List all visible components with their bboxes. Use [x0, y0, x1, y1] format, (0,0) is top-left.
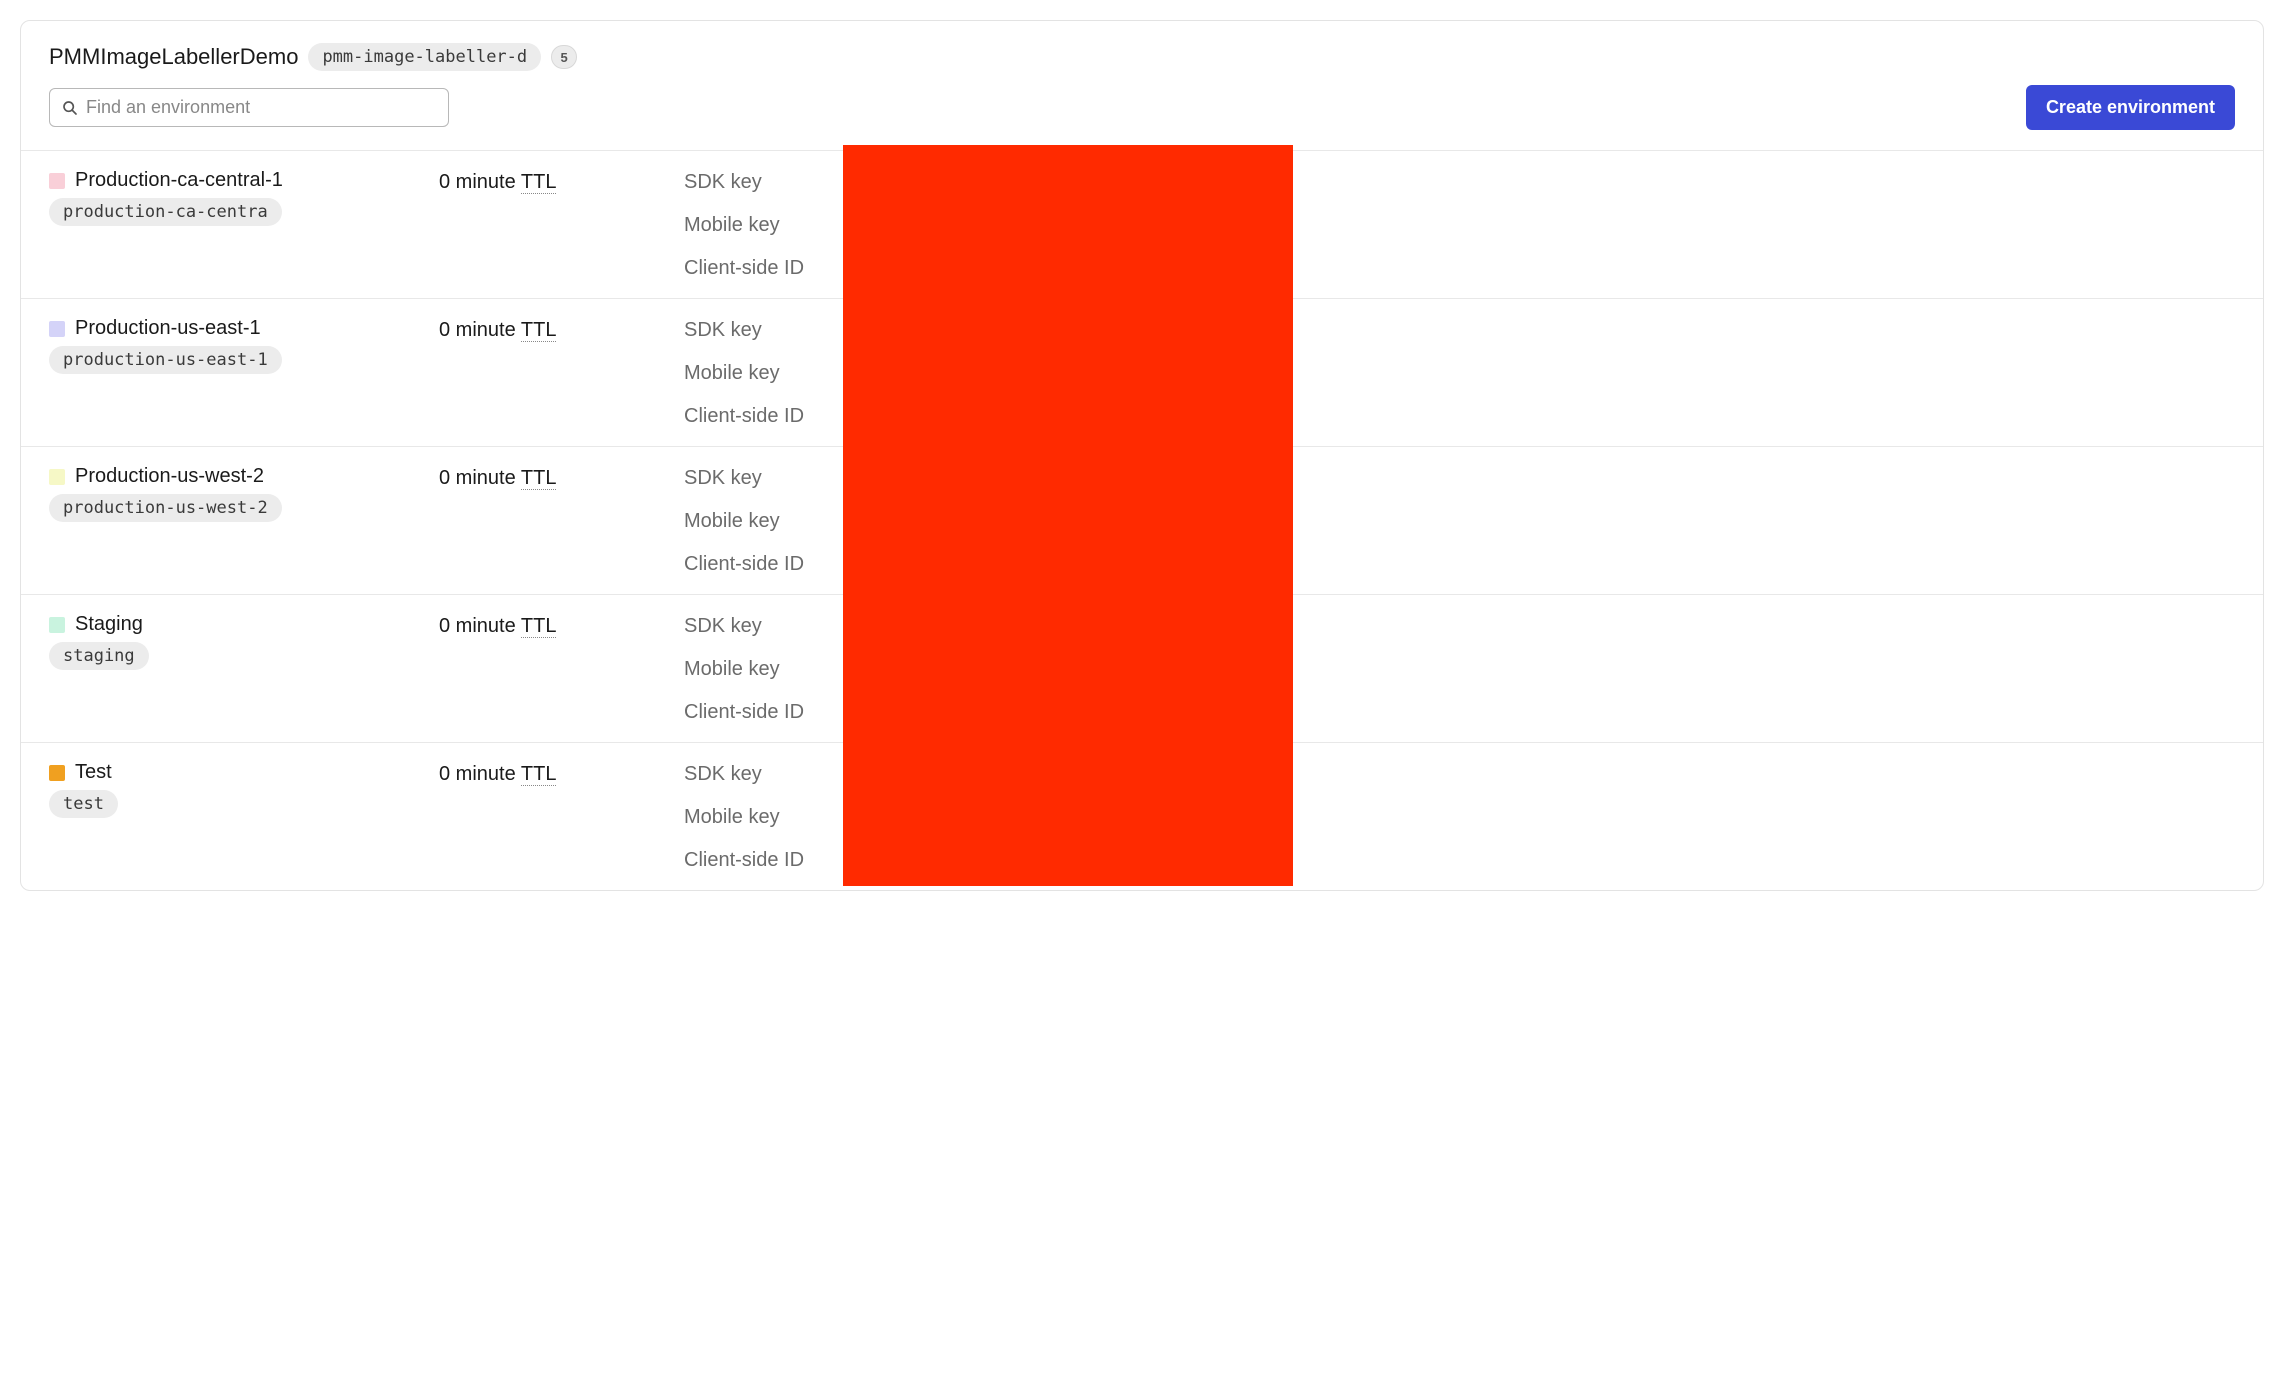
environment-name-line: Production-us-west-2 [49, 465, 264, 488]
mobile-key-label: Mobile key [684, 362, 819, 385]
environment-ttl: 0 minute TTL [439, 761, 684, 872]
mobile-key-label: Mobile key [684, 214, 819, 237]
environment-name-column: Staging staging [49, 613, 439, 724]
environment-name: Staging [75, 613, 143, 636]
environment-name: Production-us-west-2 [75, 465, 264, 488]
client-key-label: Client-side ID [684, 849, 819, 872]
environment-ttl: 0 minute TTL [439, 465, 684, 576]
mobile-key-label: Mobile key [684, 658, 819, 681]
ttl-value: 0 minute [439, 171, 521, 193]
create-environment-button[interactable]: Create environment [2026, 85, 2235, 130]
environment-color-swatch [49, 321, 65, 337]
title-row: PMMImageLabellerDemo pmm-image-labeller-… [49, 43, 2235, 71]
environment-name-column: Production-ca-central-1 production-ca-cen… [49, 169, 439, 280]
environment-ttl: 0 minute TTL [439, 613, 684, 724]
environment-name: Production-us-east-1 [75, 317, 261, 340]
redaction-overlay [843, 145, 1293, 886]
search-input[interactable] [86, 97, 436, 118]
sdk-key-label: SDK key [684, 171, 819, 194]
ttl-value: 0 minute [439, 467, 521, 489]
environment-ttl: 0 minute TTL [439, 317, 684, 428]
environment-name-line: Staging [49, 613, 143, 636]
environment-color-swatch [49, 469, 65, 485]
environment-slug-pill: production-us-east-1 [49, 346, 282, 374]
environment-slug-pill: test [49, 790, 118, 818]
environments-panel: PMMImageLabellerDemo pmm-image-labeller-… [20, 20, 2264, 891]
environment-color-swatch [49, 173, 65, 189]
ttl-abbr: TTL [521, 467, 557, 490]
client-key-label: Client-side ID [684, 553, 819, 576]
environment-name-column: Production-us-west-2 production-us-west-2 [49, 465, 439, 576]
environment-name-line: Production-us-east-1 [49, 317, 261, 340]
ttl-value: 0 minute [439, 615, 521, 637]
client-key-label: Client-side ID [684, 701, 819, 724]
client-key-label: Client-side ID [684, 257, 819, 280]
search-icon [62, 100, 78, 116]
panel-header: PMMImageLabellerDemo pmm-image-labeller-… [21, 21, 2263, 151]
environment-name: Test [75, 761, 112, 784]
environment-ttl: 0 minute TTL [439, 169, 684, 280]
environment-name: Production-ca-central-1 [75, 169, 283, 192]
environment-color-swatch [49, 617, 65, 633]
environment-name-column: Test test [49, 761, 439, 872]
ttl-abbr: TTL [521, 319, 557, 342]
environment-color-swatch [49, 765, 65, 781]
search-box[interactable] [49, 88, 449, 127]
sdk-key-label: SDK key [684, 763, 819, 786]
project-title: PMMImageLabellerDemo [49, 44, 298, 70]
ttl-abbr: TTL [521, 615, 557, 638]
environment-count-badge: 5 [551, 45, 577, 69]
client-key-label: Client-side ID [684, 405, 819, 428]
environment-name-column: Production-us-east-1 production-us-east-1 [49, 317, 439, 428]
environment-name-line: Test [49, 761, 112, 784]
mobile-key-label: Mobile key [684, 806, 819, 829]
environment-slug-pill: production-us-west-2 [49, 494, 282, 522]
sdk-key-label: SDK key [684, 615, 819, 638]
project-slug-pill: pmm-image-labeller-d [308, 43, 541, 71]
toolbar-row: Create environment [49, 85, 2235, 130]
sdk-key-label: SDK key [684, 319, 819, 342]
ttl-abbr: TTL [521, 171, 557, 194]
sdk-key-label: SDK key [684, 467, 819, 490]
environment-slug-pill: production-ca-centra [49, 198, 282, 226]
ttl-abbr: TTL [521, 763, 557, 786]
environment-slug-pill: staging [49, 642, 149, 670]
mobile-key-label: Mobile key [684, 510, 819, 533]
environment-name-line: Production-ca-central-1 [49, 169, 283, 192]
ttl-value: 0 minute [439, 763, 521, 785]
ttl-value: 0 minute [439, 319, 521, 341]
